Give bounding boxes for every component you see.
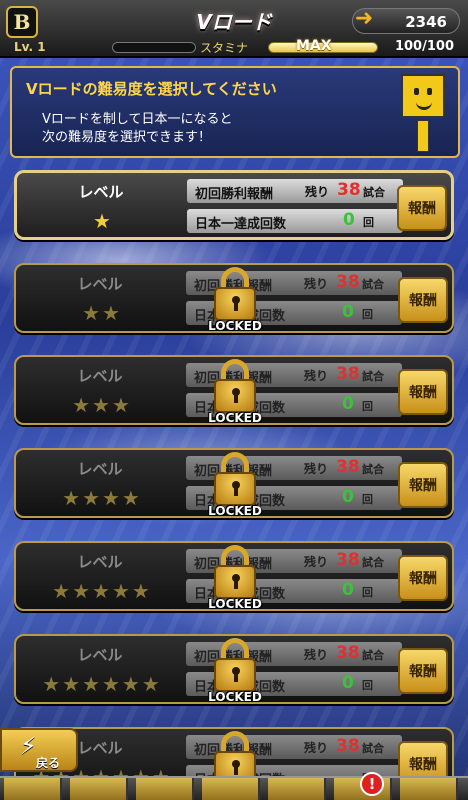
matches-unit: 試合	[362, 370, 384, 383]
remaining-count: 38	[336, 736, 360, 756]
champion-count-value: 0	[342, 580, 354, 600]
matches-unit: 試合	[363, 186, 385, 199]
first-win-reward-label: 初回勝利報酬	[195, 187, 274, 202]
stamina-label: スタミナ	[200, 41, 249, 55]
remaining-count: 38	[336, 272, 360, 292]
remaining-count: 38	[337, 180, 361, 200]
padlock-icon: LOCKED	[208, 450, 262, 520]
reward-button[interactable]: 報酬	[398, 648, 448, 694]
reward-button[interactable]: 報酬	[398, 555, 448, 601]
champion-count-value: 0	[343, 210, 355, 230]
difficulty-stars: ★★★★★	[52, 579, 152, 603]
level-label: レベル	[77, 367, 123, 385]
remaining-count: 38	[336, 364, 360, 384]
stamina-max-label: MAX	[296, 38, 332, 54]
level-card: レベル ★★★★★★ 初回勝利報酬 残り 38 試合 日本一達成回数 0 回 報…	[14, 634, 454, 704]
level-label: レベル	[77, 553, 123, 571]
level-card: レベル ★★★★★ 初回勝利報酬 残り 38 試合 日本一達成回数 0 回 報酬…	[14, 541, 454, 611]
times-unit: 回	[362, 400, 373, 413]
champion-count-value: 0	[342, 487, 354, 507]
banner-line-1: Vロードを制して日本一になると	[42, 112, 233, 127]
tab-1[interactable]	[4, 778, 62, 800]
times-unit: 回	[363, 216, 374, 229]
remaining-count: 38	[336, 643, 360, 663]
remaining-label: 残り	[304, 369, 329, 383]
locked-label: LOCKED	[208, 597, 262, 611]
difficulty-stars: ★★★★	[62, 486, 142, 510]
back-label: 戻る	[36, 756, 61, 770]
tab-5[interactable]	[268, 778, 326, 800]
difficulty-stars: ★★★★★★	[42, 672, 162, 696]
remaining-count: 38	[336, 457, 360, 477]
level-label: レベル	[77, 646, 123, 664]
reward-button[interactable]: 報酬	[397, 185, 447, 231]
padlock-icon: LOCKED	[208, 357, 262, 427]
mascot-icon	[398, 74, 448, 154]
padlock-icon: LOCKED	[208, 636, 262, 706]
top-bar: B Vロード ➜ 2346 Lv. 1 スタミナ MAX 100/100	[0, 0, 468, 58]
remaining-label: 残り	[304, 741, 329, 755]
reward-button[interactable]: 報酬	[398, 277, 448, 323]
times-unit: 回	[362, 493, 373, 506]
currency-icon: ➜	[354, 6, 374, 31]
banner-line-2: 次の難易度を選択できます！	[42, 130, 212, 145]
bottom-tab-bar	[0, 776, 468, 800]
remaining-label: 残り	[304, 277, 329, 291]
currency-display[interactable]: ➜ 2346	[352, 6, 460, 34]
currency-value: 2346	[405, 13, 447, 31]
matches-unit: 試合	[362, 278, 384, 291]
matches-unit: 試合	[362, 556, 384, 569]
tab-7[interactable]	[400, 778, 458, 800]
level-card: レベル ★★★★ 初回勝利報酬 残り 38 試合 日本一達成回数 0 回 報酬 …	[14, 448, 454, 518]
level-label: レベル	[77, 460, 123, 478]
lightning-icon: ⚡	[20, 732, 37, 760]
remaining-label: 残り	[304, 648, 329, 662]
stamina-value: 100/100	[394, 39, 454, 54]
notification-badge: !	[360, 772, 384, 796]
matches-unit: 試合	[362, 742, 384, 755]
locked-label: LOCKED	[208, 690, 262, 704]
level-card[interactable]: レベル ★ 初回勝利報酬 残り 38 試合 日本一達成回数 0 回 報酬	[14, 170, 454, 240]
matches-unit: 試合	[362, 463, 384, 476]
player-level: Lv. 1	[14, 40, 46, 54]
champion-count-label: 日本一達成回数	[195, 217, 287, 232]
padlock-icon: LOCKED	[208, 265, 262, 335]
difficulty-stars: ★	[93, 209, 113, 233]
matches-unit: 試合	[362, 649, 384, 662]
locked-label: LOCKED	[208, 504, 262, 518]
champion-count-row: 日本一達成回数 0 回	[187, 209, 403, 233]
instruction-banner: Vロードの難易度を選択してください Vロードを制して日本一になると 次の難易度を…	[10, 66, 460, 158]
champion-count-value: 0	[342, 302, 354, 322]
locked-label: LOCKED	[208, 319, 262, 333]
times-unit: 回	[362, 586, 373, 599]
reward-button[interactable]: 報酬	[398, 462, 448, 508]
level-card: レベル ★★★ 初回勝利報酬 残り 38 試合 日本一達成回数 0 回 報酬 L…	[14, 355, 454, 425]
remaining-count: 38	[336, 550, 360, 570]
level-card: レベル ★★ 初回勝利報酬 残り 38 試合 日本一達成回数 0 回 報酬 LO…	[14, 263, 454, 333]
locked-label: LOCKED	[208, 411, 262, 425]
champion-count-value: 0	[342, 673, 354, 693]
back-button[interactable]: ⚡ 戻る	[0, 728, 78, 772]
difficulty-stars: ★★	[82, 301, 122, 325]
times-unit: 回	[362, 308, 373, 321]
first-win-reward-row: 初回勝利報酬 残り 38 試合	[187, 179, 403, 203]
difficulty-stars: ★★★	[72, 393, 132, 417]
times-unit: 回	[362, 679, 373, 692]
remaining-label: 残り	[304, 555, 329, 569]
tab-3[interactable]	[136, 778, 194, 800]
tab-2[interactable]	[70, 778, 128, 800]
padlock-icon: LOCKED	[208, 543, 262, 613]
champion-count-value: 0	[342, 394, 354, 414]
banner-title: Vロードの難易度を選択してください	[26, 80, 277, 98]
remaining-label: 残り	[305, 185, 330, 199]
level-label: レベル	[78, 183, 124, 201]
reward-button[interactable]: 報酬	[398, 369, 448, 415]
exp-bar	[112, 42, 196, 53]
level-label: レベル	[77, 275, 123, 293]
tab-4[interactable]	[202, 778, 260, 800]
remaining-label: 残り	[304, 462, 329, 476]
